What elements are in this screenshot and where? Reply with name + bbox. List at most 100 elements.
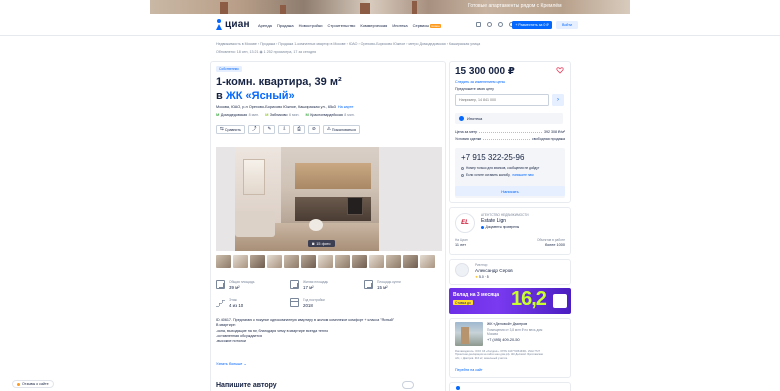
price-tracking-link[interactable]: Следить за изменением цены	[455, 80, 505, 84]
thumbnail[interactable]	[318, 255, 333, 268]
metro-item[interactable]: M Красногвардейская 8 мин.	[305, 112, 354, 117]
favorite-heart-icon[interactable]	[556, 66, 564, 74]
metro-item[interactable]: M Домодедовская 8 мин.	[216, 112, 259, 117]
logo-text: циан	[225, 19, 250, 30]
metro-name: Домодедовская	[220, 112, 248, 117]
jk-link[interactable]: ЖК «Ясный»	[226, 90, 295, 102]
spec-label: Год постройки	[303, 298, 325, 302]
jk-name[interactable]: ЖК «Деловой» Дмитров	[487, 322, 527, 326]
phone-note: Номер только для звонков, сообщения не д…	[461, 166, 563, 170]
nav-item-services[interactable]: Сервисы Новое	[413, 23, 441, 28]
agency-docs-verified: Документы проверены	[481, 225, 519, 229]
phone-number[interactable]: +7 915 322-25-96	[461, 153, 524, 162]
agency-stat: На Циан 11 лет	[455, 238, 468, 247]
metro-item[interactable]: M Зябликово 6 мин.	[265, 112, 299, 117]
more-link[interactable]: Узнать больше ⌄	[216, 361, 247, 366]
photo-sofa	[235, 211, 275, 237]
complaint-link[interactable]: напишите нам	[512, 173, 533, 177]
nav-item-rent[interactable]: Аренда	[258, 23, 272, 28]
print-button[interactable]: ⎙	[293, 125, 305, 134]
realtor-name[interactable]: Александр Серов	[475, 268, 513, 273]
mortgage-button[interactable]: Ипотека	[455, 113, 563, 124]
jk-desc-line: Москва	[487, 332, 498, 336]
jk-image[interactable]	[455, 322, 483, 346]
thumbnail[interactable]	[233, 255, 248, 268]
row-value: 392 308 ₽/м²	[544, 130, 565, 134]
offer-label: Предложите свою цену	[455, 87, 494, 91]
realtor-rating: ★ 5.0 · 5	[475, 275, 489, 279]
download-icon: ⇩	[282, 126, 287, 132]
nav-item-construction[interactable]: Строительство	[328, 23, 356, 28]
title-prefix: в	[216, 90, 226, 102]
agency-logo[interactable]: EL	[455, 213, 475, 233]
thumbnail[interactable]	[284, 255, 299, 268]
main-nav: Аренда Продажа Новостройки Строительство…	[258, 23, 441, 28]
thumbnail[interactable]	[216, 255, 231, 268]
nav-item-new-buildings[interactable]: Новостройки	[299, 23, 323, 28]
listing-actions: ⇆ Сравнить ⤴ ✎ ⇩ ⎙ ⊘ ⚠ Пожаловаться	[216, 125, 361, 134]
agency-stat: Объектов в работе более 1000	[537, 238, 565, 247]
thumbnail[interactable]	[250, 255, 265, 268]
row-leader	[479, 130, 543, 133]
nav-item-mortgage[interactable]: Ипотека	[392, 23, 407, 28]
compare-icon[interactable]	[487, 22, 492, 27]
heart-icon[interactable]	[498, 22, 503, 27]
ad-title: Вклад на 3 месяца	[453, 292, 500, 298]
complain-button[interactable]: ⚠ Пожаловаться	[322, 125, 361, 134]
edit-button[interactable]: ✎	[263, 125, 276, 134]
breadcrumb[interactable]: Недвижимость в Москве › Продажа › Продаж…	[216, 42, 480, 46]
ad-rate: 16,2	[511, 288, 547, 310]
offer-submit-button[interactable]: ›	[552, 94, 564, 106]
feedback-button[interactable]: Отзывы о сайте	[12, 380, 54, 388]
nav-item-commercial[interactable]: Коммерческая	[360, 23, 387, 28]
write-message-button[interactable]: Написать	[455, 186, 565, 196]
price: 15 300 000 ₽	[455, 66, 515, 77]
share-button[interactable]: ⤴	[247, 125, 261, 134]
calendar-icon	[290, 298, 299, 307]
jk-site-link[interactable]: Перейти на сайт	[455, 368, 483, 372]
thumbnail[interactable]	[420, 255, 435, 268]
thumbnail[interactable]	[335, 255, 350, 268]
photo-gallery[interactable]	[216, 147, 442, 251]
share-icon: ⤴	[251, 126, 257, 132]
thumbnail[interactable]	[301, 255, 316, 268]
agency-name[interactable]: Estate Lign	[481, 218, 506, 224]
nav-item-sale[interactable]: Продажа	[277, 23, 294, 28]
realtor-role: Риелтор	[475, 263, 488, 267]
hide-button[interactable]: ⊘	[307, 125, 320, 134]
avatar[interactable]	[455, 263, 469, 277]
download-button[interactable]: ⇩	[278, 125, 291, 134]
photo-count-button[interactable]: ◙ 15 фото	[308, 240, 335, 247]
banner-tower	[412, 1, 417, 14]
spec-floor: Этаж 4 из 10	[216, 298, 243, 308]
thumbnail[interactable]	[386, 255, 401, 268]
map-link[interactable]: На карте	[338, 105, 354, 109]
chat-icon[interactable]	[476, 22, 481, 27]
thumbnail[interactable]	[403, 255, 418, 268]
next-card	[449, 382, 571, 391]
agency-stats: На Циан 11 лет Объектов в работе более 100…	[455, 238, 565, 247]
compare-button[interactable]: ⇆ Сравнить	[216, 125, 245, 134]
jk-description: Помещения от 3,8 млн ₽ по весь дом Москва	[487, 328, 542, 336]
ad-subtitle: Ставка до	[453, 300, 473, 305]
jk-phone[interactable]: +7 (495) 409-20-50	[487, 338, 520, 342]
verified-icon	[481, 225, 484, 229]
post-ad-button[interactable]: + Разместить за 0 ₽	[512, 21, 552, 29]
agency-type: АГЕНТСТВО НЕДВИЖИМОСТИ	[481, 213, 529, 217]
spec-label: Площадь кухни	[377, 280, 401, 284]
print-icon: ⎙	[297, 126, 301, 132]
thumbnail[interactable]	[352, 255, 367, 268]
photo-oven	[347, 197, 363, 215]
agency-stat-value: 11 лет	[455, 243, 466, 247]
main-photo[interactable]	[235, 147, 379, 251]
thumbnail[interactable]	[369, 255, 384, 268]
complain-label: Пожаловаться	[331, 127, 357, 132]
thumbnail[interactable]	[267, 255, 282, 268]
spec-value: 17 м²	[303, 285, 314, 290]
promo-banner[interactable]: Готовые апартаменты рядом с Кремлём	[150, 0, 630, 14]
ad-banner[interactable]: Вклад на 3 месяца Ставка до 16,2	[449, 288, 571, 314]
metro-icon: M	[305, 112, 309, 117]
login-button[interactable]: Войти	[556, 21, 578, 29]
logo[interactable]: циан	[216, 19, 250, 30]
offer-price-input[interactable]	[455, 94, 549, 106]
